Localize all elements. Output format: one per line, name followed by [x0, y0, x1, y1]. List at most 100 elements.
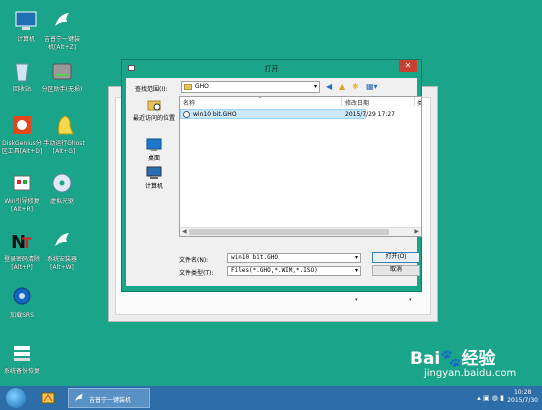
column-header-more[interactable]: 类 — [417, 98, 421, 107]
file-date: 2015/7/29 17:27 — [345, 111, 395, 118]
computer-icon — [15, 11, 37, 30]
cd-icon — [52, 173, 72, 193]
back-button[interactable]: ◀ — [326, 81, 332, 92]
desktop-icon — [146, 138, 162, 151]
filename-label: 文件名(N): — [179, 257, 209, 264]
sort-indicator-icon: ^ — [258, 97, 263, 103]
scroll-left-icon[interactable]: ◀ — [182, 228, 187, 235]
password-icon: NT — [11, 232, 32, 253]
desktop-icon-boot-repair[interactable]: Win引导修复 [Alt+R] — [0, 170, 44, 214]
filetype-value: Files(*.GHO,*.WIM,*.ISO) — [231, 267, 318, 274]
clock-date: 2015/7/30 — [507, 397, 538, 404]
chevron-down-icon: ▾ — [313, 83, 317, 90]
view-menu-button[interactable]: ▦▾ — [366, 81, 378, 92]
desktop-icon-label: Win引导修复 [Alt+R] — [4, 198, 40, 213]
srs-icon — [13, 287, 31, 305]
close-button[interactable]: ✕ — [399, 60, 417, 72]
filetype-select[interactable]: Files(*.GHO,*.WIM,*.ISO) ▾ — [227, 266, 361, 276]
desktop-icon-label: DiskGenius分区工具[Alt+D] — [1, 140, 43, 155]
chevron-down-icon: ▾ — [354, 267, 358, 274]
clock[interactable]: 10:28 2015/7/30 — [507, 389, 538, 405]
file-name: win10 bit.GHO — [193, 111, 237, 118]
taskbar: 吉普宁一键装机 ▴ ▣ ◍ ▮ 10:28 2015/7/30 — [0, 386, 542, 410]
chevron-down-icon: ▾ — [354, 254, 358, 261]
dialog-titlebar[interactable]: 打开 ✕ — [122, 60, 421, 78]
column-header-date[interactable]: 修改日期 — [345, 98, 369, 107]
column-divider[interactable] — [341, 97, 342, 106]
desktop-icon-jipuning[interactable]: 吉普宁一键装 机[Alt+Z] — [40, 8, 84, 52]
desktop-icon-label: 系统安装器 [Alt+W] — [46, 256, 77, 271]
desktop-icon-label: 系统备份恢复 — [3, 368, 40, 375]
scroll-right-icon[interactable]: ▶ — [414, 228, 419, 235]
taskbar-task[interactable]: 吉普宁一键装机 — [68, 388, 150, 408]
desktop-icon-recycle-bin[interactable]: 回收站 — [0, 58, 44, 94]
desktop-icon-label: 登录密码清除 [Alt+P] — [3, 256, 40, 271]
desktop-icon-label: 虚拟光驱 — [49, 198, 74, 205]
watermark-url: jingyan.baidu.com — [424, 368, 517, 379]
column-header-name[interactable]: 名称 — [183, 98, 195, 107]
watermark-logo: Bai🐾经验 — [410, 349, 496, 369]
desktop-icon-label: 手动运行Ghost [Alt+G] — [43, 140, 85, 155]
baidu-watermark: Bai🐾经验 jingyan.baidu.com — [410, 344, 522, 384]
lookin-value: GHO — [195, 83, 209, 90]
place-label: 桌面 — [147, 155, 160, 162]
recycle-bin-icon — [15, 63, 29, 82]
desktop-icon-label: 分区助手(无损) — [41, 86, 83, 93]
desktop-icon-password[interactable]: NT 登录密码清除 [Alt+P] — [0, 228, 44, 272]
cancel-button[interactable]: 取消 — [372, 265, 420, 276]
chevron-down-icon[interactable]: ▾ — [355, 297, 358, 303]
ghost-file-icon — [183, 111, 190, 118]
dialog-title: 打开 — [264, 65, 279, 73]
up-folder-button[interactable]: ▲ — [339, 81, 345, 92]
diskgenius-icon — [13, 116, 31, 134]
lookin-dropdown[interactable]: GHO ▾ — [181, 81, 320, 93]
file-row[interactable]: win10 bit.GHO 2015/7/29 17:27 — [180, 109, 395, 119]
disk-icon — [52, 63, 72, 80]
desktop-icon-diskgenius[interactable]: DiskGenius分区工具[Alt+D] — [0, 112, 44, 156]
filename-value: win10 bit.GHO — [231, 254, 278, 261]
column-divider[interactable] — [414, 97, 415, 106]
desktop-icon-label: 吉普宁一键装 机[Alt+Z] — [43, 36, 80, 51]
install-icon — [55, 233, 69, 246]
desktop-icon-label: 回收站 — [12, 86, 31, 93]
filetype-label: 文件类型(T): — [179, 270, 214, 277]
open-file-dialog: 打开 ✕ 查找范围(I): GHO ▾ ◀ ▲ ✱ ▦▾ 最近访问的位置 桌面 … — [121, 59, 422, 292]
place-computer[interactable]: 计算机 — [130, 166, 178, 190]
new-folder-button[interactable]: ✱ — [352, 81, 359, 92]
taskbar-task-label: 吉普宁一键装机 — [89, 397, 132, 404]
folder-icon — [184, 84, 192, 90]
desktop-icon-partition[interactable]: 分区助手(无损) — [40, 58, 84, 94]
horizontal-scrollbar[interactable]: ◀ ▶ — [180, 227, 421, 236]
recent-places-icon — [147, 100, 161, 111]
start-button[interactable] — [6, 388, 26, 408]
bird-icon — [55, 13, 69, 26]
repair-icon — [13, 175, 31, 191]
bird-icon — [75, 394, 83, 401]
desktop-icon-virtual-cd[interactable]: 虚拟光驱 — [40, 170, 84, 206]
place-label: 最近访问的位置 — [132, 115, 175, 122]
backup-icon — [14, 346, 30, 361]
desktop-icon-srs[interactable]: 加载SRS — [0, 284, 44, 320]
desktop-icon-backup[interactable]: 系统备份恢复 — [0, 340, 44, 376]
network-tool-icon[interactable] — [40, 390, 56, 406]
chevron-down-icon[interactable]: ▾ — [409, 297, 412, 303]
scrollbar-thumb[interactable] — [189, 229, 389, 235]
tray-icons[interactable]: ▴ ▣ ◍ ▮ — [477, 394, 504, 402]
ghost-icon — [58, 115, 74, 135]
computer-icon — [146, 166, 162, 179]
lookin-label: 查找范围(I): — [135, 86, 168, 93]
filename-input[interactable]: win10 bit.GHO ▾ — [227, 253, 361, 263]
place-desktop[interactable]: 桌面 — [130, 138, 178, 162]
open-button[interactable]: 打开(O) — [372, 252, 420, 263]
place-recent[interactable]: 最近访问的位置 — [130, 98, 178, 122]
places-bar: 最近访问的位置 桌面 计算机 — [130, 96, 178, 237]
svg-text:T: T — [22, 236, 32, 252]
file-list[interactable]: ^ 名称 修改日期 类 win10 bit.GHO 2015/7/29 17:2… — [179, 96, 422, 237]
desktop-icon-label: 加载SRS — [10, 312, 34, 319]
clock-time: 10:28 — [513, 389, 532, 396]
desktop-icon-installer[interactable]: 系统安装器 [Alt+W] — [40, 228, 84, 272]
dialog-body: 查找范围(I): GHO ▾ ◀ ▲ ✱ ▦▾ 最近访问的位置 桌面 计算机 ^… — [126, 78, 422, 286]
desktop-icon-ghost[interactable]: 手动运行Ghost [Alt+G] — [42, 112, 86, 156]
paw-icon: 🐾 — [440, 349, 462, 369]
place-label: 计算机 — [144, 183, 163, 190]
